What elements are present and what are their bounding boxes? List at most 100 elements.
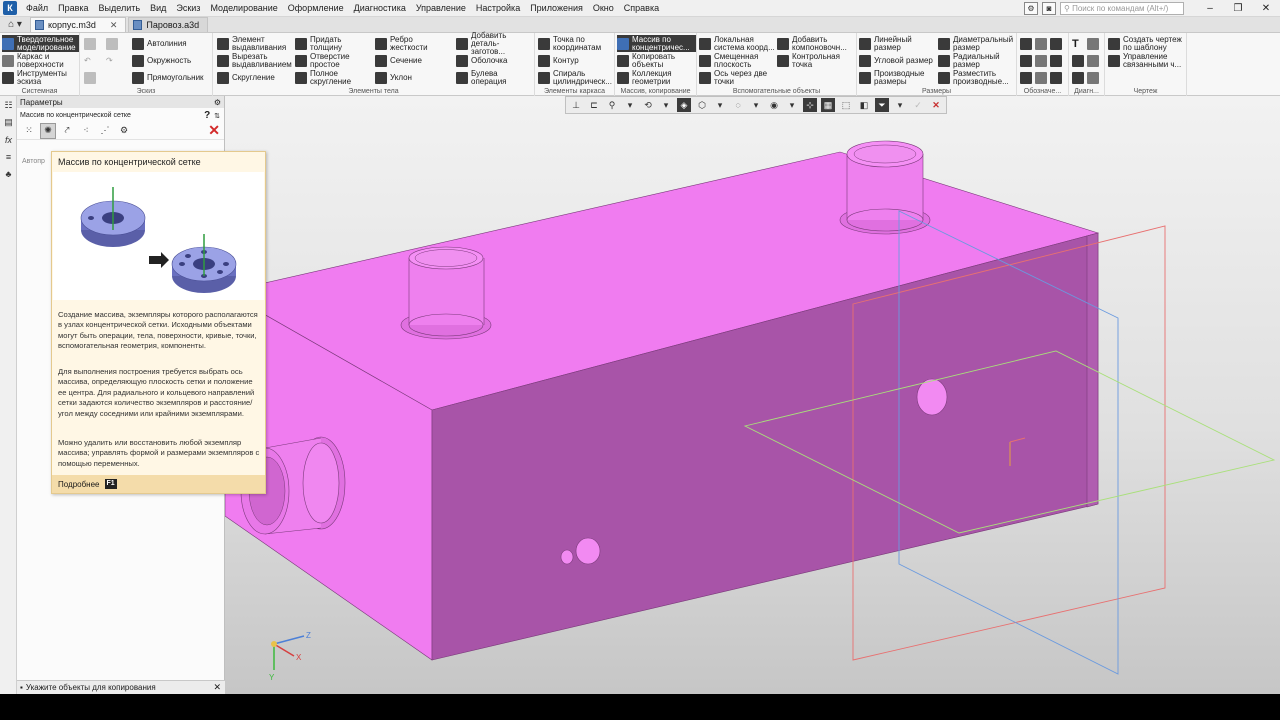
- linear-dim-button[interactable]: Линейный размер: [859, 35, 933, 52]
- simple-hole-button[interactable]: Отверстие простое: [295, 52, 360, 69]
- local-cs-button[interactable]: Локальная система коорд...: [699, 35, 776, 52]
- boolean-button[interactable]: Булева операция: [456, 69, 533, 86]
- fillet-button[interactable]: Скругление: [217, 69, 294, 86]
- rib-button[interactable]: Ребро жесткости: [375, 35, 440, 52]
- app-logo-icon[interactable]: К: [3, 1, 17, 15]
- point-by-coords-button[interactable]: Точка по координатам: [538, 35, 613, 52]
- add-layout-button[interactable]: Добавить компоновочн...: [777, 35, 852, 52]
- confirm-icon[interactable]: ✓: [911, 98, 925, 112]
- tab-parovoz[interactable]: Паровоз.a3d: [128, 17, 209, 32]
- close-window-icon[interactable]: ✕: [1252, 0, 1280, 17]
- sketch-plane-icon[interactable]: ⊥: [569, 98, 583, 112]
- copy-objects-button[interactable]: Копировать объекты: [617, 52, 696, 69]
- hide-icon[interactable]: ◌: [731, 98, 745, 112]
- sketch-tools-button[interactable]: Инструменты эскиза: [2, 69, 79, 86]
- properties-icon[interactable]: ▤: [1, 115, 16, 130]
- menu-design[interactable]: Оформление: [283, 0, 349, 17]
- mirror-pattern-icon[interactable]: ⚙: [116, 123, 132, 139]
- open-button[interactable]: [106, 35, 118, 52]
- undo-button[interactable]: ↶: [84, 52, 96, 69]
- full-fillet-button[interactable]: Полное скругление: [295, 69, 360, 86]
- menu-help[interactable]: Справка: [619, 0, 664, 17]
- visibility-icon[interactable]: ◉: [767, 98, 781, 112]
- menu-manage[interactable]: Управление: [411, 0, 471, 17]
- menu-sketch[interactable]: Эскиз: [171, 0, 205, 17]
- diagnostics-row-3[interactable]: [1072, 69, 1099, 86]
- annotation-row-3[interactable]: [1020, 69, 1062, 86]
- extrude-button[interactable]: Элемент выдавливания: [217, 35, 294, 52]
- section-view-icon[interactable]: ◧: [857, 98, 871, 112]
- rectangle-button[interactable]: Прямоугольник: [132, 69, 204, 86]
- zoom-dropdown-icon[interactable]: ▾: [623, 98, 637, 112]
- menu-select[interactable]: Выделить: [94, 0, 146, 17]
- concentric-pattern-button[interactable]: Массив по концентричес...: [617, 35, 696, 52]
- normal-view-icon[interactable]: ⊏: [587, 98, 601, 112]
- menu-edit[interactable]: Правка: [53, 0, 93, 17]
- offset-plane-button[interactable]: Смещенная плоскость: [699, 52, 776, 69]
- minimize-icon[interactable]: –: [1196, 0, 1224, 17]
- cut-extrude-button[interactable]: Вырезать выдавливанием: [217, 52, 294, 69]
- filter-icon[interactable]: ⏷: [875, 98, 889, 112]
- menu-diagnostics[interactable]: Диагностика: [349, 0, 411, 17]
- settings-gear-icon[interactable]: ⚙: [1024, 2, 1038, 15]
- structure-icon[interactable]: ♣: [1, 166, 16, 181]
- create-drawing-button[interactable]: Создать чертеж по шаблону: [1108, 35, 1185, 52]
- hole-small-1[interactable]: [575, 537, 601, 565]
- thicken-button[interactable]: Придать толщину: [295, 35, 360, 52]
- geometry-collection-button[interactable]: Коллекция геометрии: [617, 69, 696, 86]
- view-dropdown-icon[interactable]: ▾: [713, 98, 727, 112]
- diagnostics-row-2[interactable]: [1072, 52, 1099, 69]
- home-icon[interactable]: ⌂ ▾: [0, 16, 30, 32]
- redo-button[interactable]: ↷: [106, 52, 118, 69]
- shaded-view-icon[interactable]: ◈: [677, 98, 691, 112]
- hole-large[interactable]: [916, 378, 948, 416]
- rotate-dropdown-icon[interactable]: ▾: [659, 98, 673, 112]
- zoom-icon[interactable]: ⚲: [605, 98, 619, 112]
- frame-surfaces-button[interactable]: Каркас и поверхности: [2, 52, 79, 69]
- circle-button[interactable]: Окружность: [132, 52, 204, 69]
- spiral-button[interactable]: Спираль цилиндрическ...: [538, 69, 613, 86]
- add-blank-button[interactable]: Добавить деталь-заготов...: [456, 31, 533, 55]
- radial-dim-button[interactable]: Радиальный размер: [938, 52, 1013, 69]
- draft-button[interactable]: Уклон: [375, 69, 440, 86]
- hole-small-2[interactable]: [560, 549, 574, 565]
- status-close-icon[interactable]: ✕: [213, 682, 221, 693]
- boss-front[interactable]: [400, 246, 492, 340]
- points-pattern-icon[interactable]: ⁖: [78, 123, 94, 139]
- select-icon[interactable]: ⬚: [839, 98, 853, 112]
- variables-icon[interactable]: fx: [1, 132, 16, 147]
- tab-korpus[interactable]: корпус.m3d ✕: [30, 17, 127, 32]
- solid-modeling-button[interactable]: Твердотельное моделирование: [2, 35, 79, 52]
- filter-dropdown-icon[interactable]: ▾: [893, 98, 907, 112]
- panel-gear-icon[interactable]: ⚙: [214, 98, 221, 107]
- cancel-icon[interactable]: ✕: [208, 122, 220, 139]
- table-pattern-icon[interactable]: ⋰: [97, 123, 113, 139]
- pin-icon[interactable]: ⇅: [214, 113, 220, 120]
- derived-dims-button[interactable]: Производные размеры: [859, 69, 933, 86]
- body-right-face[interactable]: [1086, 232, 1099, 508]
- menu-settings[interactable]: Настройка: [471, 0, 525, 17]
- diameter-dim-button[interactable]: Диаметральный размер: [938, 35, 1013, 52]
- help-icon[interactable]: ?: [204, 110, 210, 121]
- angular-dim-button[interactable]: Угловой размер: [859, 52, 933, 69]
- menu-apps[interactable]: Приложения: [525, 0, 588, 17]
- concentric-mode-icon[interactable]: ✺: [40, 122, 56, 139]
- menu-view[interactable]: Вид: [145, 0, 171, 17]
- autoline-button[interactable]: Автолиния: [132, 35, 204, 52]
- more-link[interactable]: Подробнее: [58, 480, 100, 489]
- new-doc-button[interactable]: [84, 35, 96, 52]
- place-derived-button[interactable]: Разместить производные...: [938, 69, 1013, 86]
- tab-close-icon[interactable]: ✕: [110, 20, 118, 31]
- manage-linked-button[interactable]: Управление связанными ч...: [1108, 52, 1185, 69]
- stop-icon[interactable]: ✕: [929, 98, 943, 112]
- section-button[interactable]: Сечение: [375, 52, 440, 69]
- visibility-dropdown-icon[interactable]: ▾: [785, 98, 799, 112]
- command-search-input[interactable]: ⚲ Поиск по командам (Alt+/): [1060, 2, 1184, 15]
- hide-dropdown-icon[interactable]: ▾: [749, 98, 763, 112]
- snap-icon[interactable]: ⊹: [803, 98, 817, 112]
- axis-two-points-button[interactable]: Ось через две точки: [699, 69, 776, 86]
- camera-icon[interactable]: ◙: [1042, 2, 1056, 15]
- tree-icon[interactable]: ☷: [1, 98, 16, 113]
- menu-window[interactable]: Окно: [588, 0, 619, 17]
- control-point-button[interactable]: Контрольная точка: [777, 52, 852, 69]
